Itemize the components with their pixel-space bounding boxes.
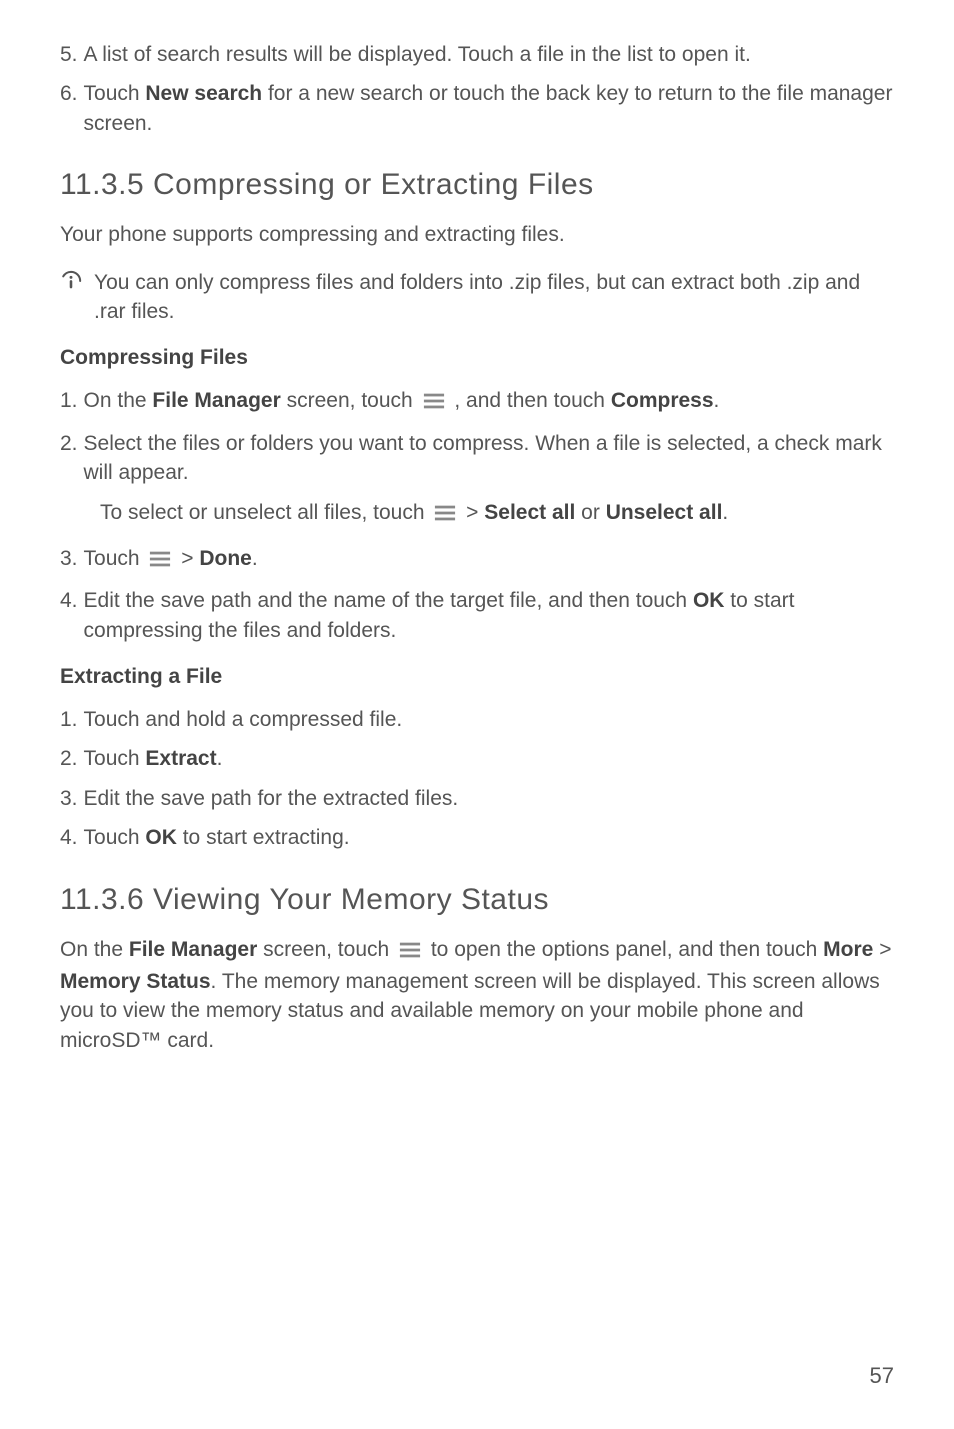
more-label: More xyxy=(823,938,873,961)
step-text: Touch Extract. xyxy=(84,744,894,773)
step-5: 5. A list of search results will be disp… xyxy=(60,40,894,69)
page-number: 57 xyxy=(870,1363,894,1389)
memory-status-label: Memory Status xyxy=(60,970,211,993)
compress-step-3: 3. Touch > Done. xyxy=(60,544,894,576)
step-text: Select the files or folders you want to … xyxy=(84,429,894,488)
select-all-label: Select all xyxy=(484,501,575,524)
step-text: Touch OK to start extracting. xyxy=(84,823,894,852)
step-text: Touch > Done. xyxy=(84,544,894,576)
step-text: On the File Manager screen, touch , and … xyxy=(84,386,894,418)
section-11-3-6-heading: 11.3.6 Viewing Your Memory Status xyxy=(60,883,894,917)
compress-step-4: 4. Edit the save path and the name of th… xyxy=(60,586,894,645)
compress-step-2: 2. Select the files or folders you want … xyxy=(60,429,894,488)
file-manager-label: File Manager xyxy=(129,938,257,961)
compress-step-1: 1. On the File Manager screen, touch , a… xyxy=(60,386,894,418)
file-manager-label: File Manager xyxy=(152,389,280,412)
step-text: A list of search results will be display… xyxy=(84,40,894,69)
step-number: 1. xyxy=(60,705,84,734)
section-11-3-5-heading: 11.3.5 Compressing or Extracting Files xyxy=(60,168,894,202)
step-number: 5. xyxy=(60,40,84,69)
ok-label: OK xyxy=(145,826,177,849)
step-number: 2. xyxy=(60,429,84,488)
extracting-heading: Extracting a File xyxy=(60,665,894,689)
extract-step-3: 3. Edit the save path for the extracted … xyxy=(60,784,894,813)
menu-icon xyxy=(434,501,456,530)
extract-step-4: 4. Touch OK to start extracting. xyxy=(60,823,894,852)
note-text: You can only compress files and folders … xyxy=(94,268,894,327)
extract-step-2: 2. Touch Extract. xyxy=(60,744,894,773)
unselect-all-label: Unselect all xyxy=(606,501,723,524)
step-number: 6. xyxy=(60,79,84,138)
compress-label: Compress xyxy=(611,389,714,412)
step-text: Edit the save path for the extracted fil… xyxy=(84,784,894,813)
step-number: 1. xyxy=(60,386,84,418)
step-number: 2. xyxy=(60,744,84,773)
alert-icon xyxy=(60,270,82,300)
section-intro: Your phone supports compressing and extr… xyxy=(60,220,894,249)
extract-label: Extract xyxy=(145,747,216,770)
step-number: 4. xyxy=(60,586,84,645)
menu-icon xyxy=(399,938,421,967)
compressing-heading: Compressing Files xyxy=(60,346,894,370)
step-text: Touch New search for a new search or tou… xyxy=(84,79,894,138)
step-text: Touch and hold a compressed file. xyxy=(84,705,894,734)
section-11-3-6-para: On the File Manager screen, touch to ope… xyxy=(60,935,894,1056)
menu-icon xyxy=(149,547,171,576)
ok-label: OK xyxy=(693,589,725,612)
step-number: 3. xyxy=(60,784,84,813)
nested-note: To select or unselect all files, touch >… xyxy=(100,498,894,530)
menu-icon xyxy=(423,389,445,418)
note-block: You can only compress files and folders … xyxy=(60,268,894,327)
step-number: 3. xyxy=(60,544,84,576)
step-text: Edit the save path and the name of the t… xyxy=(84,586,894,645)
step-6: 6. Touch New search for a new search or … xyxy=(60,79,894,138)
done-label: Done xyxy=(199,547,252,570)
step-number: 4. xyxy=(60,823,84,852)
new-search-label: New search xyxy=(145,82,262,105)
extract-step-1: 1. Touch and hold a compressed file. xyxy=(60,705,894,734)
